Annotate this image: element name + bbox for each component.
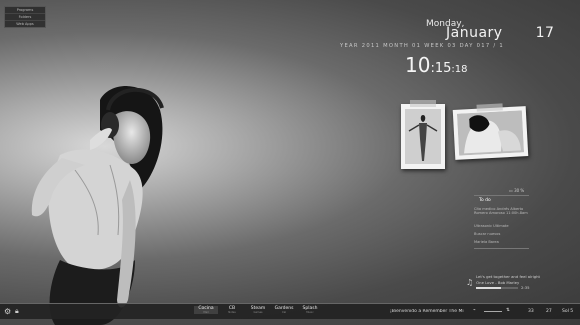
tab-sublabel: Cal bbox=[281, 311, 287, 314]
progress-bar[interactable] bbox=[476, 286, 518, 289]
music-note-icon: ♫ bbox=[466, 277, 474, 287]
clock-hour: 10 bbox=[405, 53, 431, 77]
tray-value-1: 33 bbox=[528, 309, 534, 314]
tab-sublabel: Notes bbox=[228, 311, 236, 314]
wallpaper-figure bbox=[31, 86, 164, 325]
tray-value-3: Sol 5 bbox=[562, 309, 574, 314]
menu-item-folders[interactable]: Folders bbox=[5, 14, 45, 21]
date-label: January 17 bbox=[446, 25, 554, 41]
todo-item[interactable]: Cita medico Andrés Alberto Romero Amoros… bbox=[474, 207, 534, 216]
todo-title: To do bbox=[479, 198, 491, 203]
month-label: January bbox=[446, 25, 503, 41]
taskbar-tab-steam[interactable]: Steam Games bbox=[246, 306, 270, 314]
progress-fill bbox=[476, 286, 502, 289]
taskbar-tab-splash[interactable]: Splash Music bbox=[298, 306, 322, 314]
date-info-line: YEAR 2011 MONTH 01 WEEK 03 DAY 017 / 1 bbox=[340, 43, 505, 49]
photo-1-image bbox=[405, 109, 441, 164]
wifi-icon[interactable]: ⌁ bbox=[473, 308, 476, 313]
photo-frame-2[interactable] bbox=[452, 103, 529, 160]
menu-item-web-apps[interactable]: Web Apps bbox=[5, 21, 45, 27]
divider bbox=[474, 195, 529, 196]
track-title: One Love - Bob Marley bbox=[476, 279, 520, 285]
battery-status: ▭ 30 % bbox=[509, 188, 525, 193]
taskbar-tab-cb[interactable]: CB Notes bbox=[220, 306, 244, 314]
volume-bar[interactable] bbox=[484, 311, 502, 312]
battery-value: 30 % bbox=[514, 188, 525, 193]
todo-item[interactable]: Mariela Barea bbox=[474, 240, 534, 244]
now-playing-ticker[interactable]: ¡Bienvenido a Remember The Mi bbox=[390, 309, 468, 314]
track-time: 2:35 bbox=[521, 285, 530, 290]
clock-second: :18 bbox=[451, 64, 468, 75]
tray-value-2: 27 bbox=[546, 309, 552, 314]
taskbar-tab-gardens[interactable]: Gardens Cal bbox=[272, 306, 296, 314]
tab-sublabel: Music bbox=[306, 311, 314, 314]
tape-decoration bbox=[476, 103, 503, 112]
todo-item[interactable]: Ultrasonic Ultimate bbox=[474, 224, 534, 228]
tab-sublabel: Mail bbox=[203, 311, 209, 314]
music-widget: Let's get together and feel alright ♫ On… bbox=[466, 274, 540, 291]
network-icon[interactable]: ⇅ bbox=[506, 308, 510, 313]
day-label: 17 bbox=[535, 25, 555, 41]
taskbar: ⚙ 🔒︎ Cocina Mail CB Notes Steam Games Ga… bbox=[0, 303, 580, 319]
clock-minute: :15 bbox=[430, 61, 452, 76]
todo-item[interactable]: Buscar nuevos bbox=[474, 232, 534, 236]
menu-item-programs[interactable]: Programs bbox=[5, 7, 45, 14]
photo-frame-1[interactable] bbox=[401, 100, 445, 169]
tape-decoration bbox=[410, 100, 436, 107]
settings-icon[interactable]: ⚙ bbox=[4, 307, 11, 316]
quick-menu: Programs Folders Web Apps bbox=[4, 6, 46, 28]
tab-sublabel: Games bbox=[253, 311, 263, 314]
divider bbox=[474, 248, 529, 249]
taskbar-tab-cocina[interactable]: Cocina Mail bbox=[194, 306, 218, 314]
clock: 10:15:18 bbox=[405, 53, 467, 77]
photo-2-image bbox=[456, 110, 525, 156]
lock-icon[interactable]: 🔒︎ bbox=[15, 307, 19, 316]
